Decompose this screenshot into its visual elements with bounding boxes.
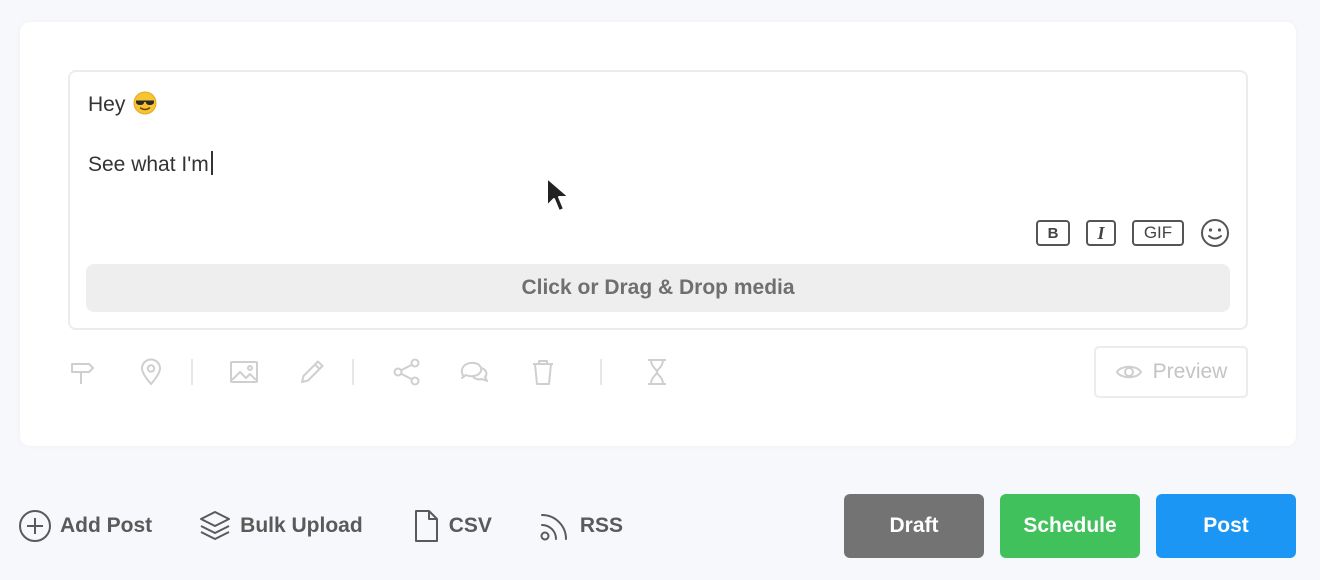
editor-line-2-text: See what I'm — [88, 153, 209, 176]
add-post-label: Add Post — [60, 514, 153, 537]
rss-icon — [540, 514, 567, 541]
hourglass-icon[interactable] — [642, 357, 672, 387]
post-options-toolbar — [68, 352, 672, 392]
toolbar-divider — [352, 359, 354, 385]
chat-bubbles-icon[interactable] — [460, 357, 490, 387]
text-caret — [210, 151, 213, 175]
post-composer-card: Hey See what I'm B I GIF Click or Drag &… — [20, 22, 1296, 446]
bottom-actions-bar: Add Post Bulk Upload CSV RSS — [18, 508, 623, 544]
bulk-upload-label: Bulk Upload — [240, 514, 363, 537]
csv-label: CSV — [448, 514, 492, 537]
editor-line-2: See what I'm — [88, 150, 213, 180]
plus-circle-icon — [19, 510, 51, 542]
image-icon[interactable] — [229, 357, 259, 387]
draft-button[interactable]: Draft — [844, 494, 984, 558]
preview-label: Preview — [1152, 360, 1228, 383]
trash-icon[interactable] — [528, 357, 558, 387]
post-editor[interactable]: Hey See what I'm B I GIF Click or Drag &… — [68, 70, 1248, 330]
schedule-button[interactable]: Schedule — [1000, 494, 1140, 558]
bulk-upload-link[interactable]: Bulk Upload — [198, 509, 363, 543]
mouse-pointer-icon — [546, 177, 570, 212]
rss-label: RSS — [579, 514, 624, 537]
document-icon — [414, 510, 438, 542]
post-text-content[interactable]: Hey See what I'm — [88, 90, 213, 180]
gif-button[interactable]: GIF — [1132, 220, 1184, 246]
rss-link[interactable]: RSS — [538, 509, 623, 543]
post-button[interactable]: Post — [1156, 494, 1296, 558]
smiley-icon[interactable] — [1200, 218, 1230, 248]
toolbar-divider — [600, 359, 602, 385]
preview-button[interactable]: Preview — [1094, 346, 1248, 398]
pencil-icon[interactable] — [297, 357, 327, 387]
editor-blank-line — [88, 120, 213, 150]
format-toolbar: B I GIF — [1036, 218, 1230, 248]
share-icon[interactable] — [392, 357, 422, 387]
layers-icon — [200, 511, 231, 540]
editor-line-1: Hey — [88, 90, 213, 120]
csv-link[interactable]: CSV — [411, 509, 492, 543]
location-pin-icon[interactable] — [136, 357, 166, 387]
editor-line-1-text: Hey — [88, 93, 126, 116]
smiling-face-with-sunglasses-emoji — [133, 91, 157, 115]
toolbar-divider — [191, 359, 193, 385]
bold-button[interactable]: B — [1036, 220, 1070, 246]
signpost-icon[interactable] — [68, 357, 98, 387]
media-dropzone[interactable]: Click or Drag & Drop media — [86, 264, 1230, 312]
italic-button[interactable]: I — [1086, 220, 1116, 246]
eye-icon — [1115, 365, 1142, 379]
add-post-link[interactable]: Add Post — [18, 509, 152, 543]
